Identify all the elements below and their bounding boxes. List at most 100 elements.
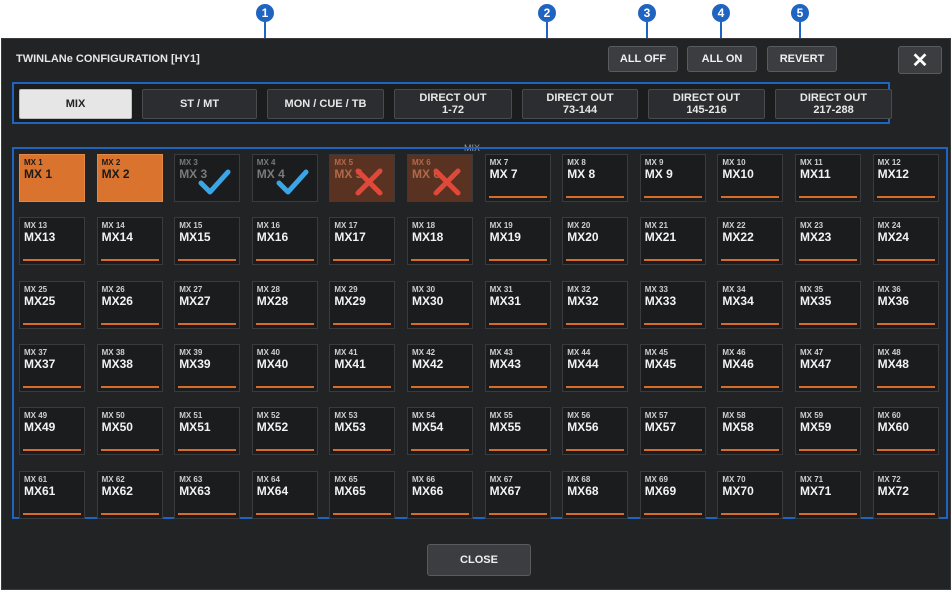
mix-channel-button[interactable]: MX 25 MX25 bbox=[19, 280, 85, 329]
mix-channel-button[interactable]: MX 44 MX44 bbox=[562, 343, 629, 392]
all-on-button[interactable]: ALL ON bbox=[687, 46, 757, 72]
mix-channel-button[interactable]: MX 16 MX16 bbox=[251, 217, 318, 266]
channel-indicator-bar bbox=[721, 196, 780, 198]
mix-channel-button[interactable]: MX 21 MX21 bbox=[639, 217, 706, 266]
mix-channel-button[interactable]: MX 39 MX39 bbox=[174, 343, 241, 392]
revert-button[interactable]: REVERT bbox=[767, 46, 837, 72]
mix-channel-button[interactable]: MX 13 MX13 bbox=[19, 217, 85, 266]
mix-channel-button[interactable]: MX 24 MX24 bbox=[872, 217, 939, 266]
mix-channel-button[interactable]: MX 45 MX45 bbox=[639, 343, 706, 392]
channel-indicator-bar bbox=[411, 449, 469, 452]
mix-channel-button[interactable]: MX 31 MX31 bbox=[484, 280, 551, 329]
tab-direct-out-217-288[interactable]: DIRECT OUT 217-288 bbox=[775, 89, 892, 119]
all-off-button[interactable]: ALL OFF bbox=[608, 46, 678, 72]
mix-channel-button[interactable]: MX 9 MX 9 bbox=[639, 154, 706, 202]
mix-channel-button[interactable]: MX 19 MX19 bbox=[484, 217, 551, 266]
mix-channel-button[interactable]: MX 3 MX 3 bbox=[174, 154, 241, 202]
channel-number: MX 23 bbox=[800, 221, 824, 231]
mix-channel-button[interactable]: MX 26 MX26 bbox=[96, 280, 163, 329]
mix-channel-button[interactable]: MX 47 MX47 bbox=[795, 343, 861, 392]
mix-channel-button[interactable]: MX 70 MX70 bbox=[717, 470, 784, 519]
tab-mix[interactable]: MIX bbox=[19, 89, 132, 119]
mix-channel-button[interactable]: MX 6 MX 6 bbox=[407, 154, 473, 202]
mix-channel-button[interactable]: MX 59 MX59 bbox=[795, 407, 861, 456]
mix-channel-button[interactable]: MX 14 MX14 bbox=[96, 217, 163, 266]
mix-channel-button[interactable]: MX 71 MX71 bbox=[795, 470, 861, 519]
mix-channel-button[interactable]: MX 4 MX 4 bbox=[251, 154, 318, 202]
mix-channel-button[interactable]: MX 69 MX69 bbox=[639, 470, 706, 519]
mix-channel-button[interactable]: MX 15 MX15 bbox=[174, 217, 241, 266]
tab-st-mt[interactable]: ST / MT bbox=[142, 89, 257, 119]
mix-channel-button[interactable]: MX 40 MX40 bbox=[251, 343, 318, 392]
mix-channel-button[interactable]: MX 2 MX 2 bbox=[96, 154, 163, 202]
mix-channel-button[interactable]: MX 62 MX62 bbox=[96, 470, 163, 519]
channel-name: MX34 bbox=[722, 293, 754, 308]
mix-channel-button[interactable]: MX 28 MX28 bbox=[251, 280, 318, 329]
mix-channel-button[interactable]: MX 55 MX55 bbox=[484, 407, 551, 456]
channel-name: MX67 bbox=[489, 483, 521, 498]
mix-channel-button[interactable]: MX 7 MX 7 bbox=[484, 154, 551, 202]
mix-channel-button[interactable]: MX 5 MX 5 bbox=[329, 154, 396, 202]
mix-channel-button[interactable]: MX 20 MX20 bbox=[562, 217, 629, 266]
mix-channel-button[interactable]: MX 68 MX68 bbox=[562, 470, 629, 519]
mix-channel-button[interactable]: MX 23 MX23 bbox=[795, 217, 861, 266]
mix-channel-button[interactable]: MX 53 MX53 bbox=[329, 407, 396, 456]
mix-channel-button[interactable]: MX 60 MX60 bbox=[872, 407, 939, 456]
channel-name: MX53 bbox=[334, 420, 366, 435]
mix-channel-button[interactable]: MX 66 MX66 bbox=[407, 470, 473, 519]
mix-channel-button[interactable]: MX 18 MX18 bbox=[407, 217, 473, 266]
mix-channel-button[interactable]: MX 67 MX67 bbox=[484, 470, 551, 519]
mix-channel-button[interactable]: MX 58 MX58 bbox=[717, 407, 784, 456]
channel-indicator-bar bbox=[876, 512, 935, 515]
tab-sublabel: 217-288 bbox=[813, 104, 854, 116]
close-button[interactable]: CLOSE bbox=[427, 544, 531, 576]
mix-channel-button[interactable]: MX 11 MX11 bbox=[795, 154, 861, 202]
mix-channel-button[interactable]: MX 33 MX33 bbox=[639, 280, 706, 329]
mix-channel-button[interactable]: MX 57 MX57 bbox=[639, 407, 706, 456]
mix-channel-button[interactable]: MX 1 MX 1 bbox=[19, 154, 85, 202]
mix-channel-button[interactable]: MX 32 MX32 bbox=[562, 280, 629, 329]
mix-channel-button[interactable]: MX 64 MX64 bbox=[251, 470, 318, 519]
tab-direct-out-145-216[interactable]: DIRECT OUT 145-216 bbox=[648, 89, 765, 119]
channel-indicator-bar bbox=[411, 322, 469, 325]
channel-name: MX 8 bbox=[567, 167, 596, 181]
mix-channel-button[interactable]: MX 12 MX12 bbox=[872, 154, 939, 202]
mix-channel-button[interactable]: MX 52 MX52 bbox=[251, 407, 318, 456]
mix-channel-button[interactable]: MX 35 MX35 bbox=[795, 280, 861, 329]
channel-number: MX 6 bbox=[412, 158, 431, 167]
mix-channel-button[interactable]: MX 22 MX22 bbox=[717, 217, 784, 266]
tab-direct-out-73-144[interactable]: DIRECT OUT 73-144 bbox=[522, 89, 638, 119]
mix-channel-button[interactable]: MX 37 MX37 bbox=[19, 343, 85, 392]
mix-channel-button[interactable]: MX 34 MX34 bbox=[717, 280, 784, 329]
tab-direct-out-1-72[interactable]: DIRECT OUT 1-72 bbox=[394, 89, 512, 119]
mix-channel-button[interactable]: MX 42 MX42 bbox=[407, 343, 473, 392]
mix-channel-button[interactable]: MX 50 MX50 bbox=[96, 407, 163, 456]
channel-number: MX 10 bbox=[722, 158, 746, 167]
mix-channel-button[interactable]: MX 36 MX36 bbox=[872, 280, 939, 329]
channel-indicator-bar bbox=[23, 449, 81, 452]
channel-name: MX52 bbox=[256, 420, 289, 435]
mix-channel-button[interactable]: MX 27 MX27 bbox=[174, 280, 241, 329]
mix-channel-button[interactable]: MX 29 MX29 bbox=[329, 280, 396, 329]
mix-channel-button[interactable]: MX 51 MX51 bbox=[174, 407, 241, 456]
close-window-button[interactable]: ✕ bbox=[898, 46, 942, 74]
mix-channel-button[interactable]: MX 8 MX 8 bbox=[562, 154, 629, 202]
mix-channel-button[interactable]: MX 38 MX38 bbox=[96, 343, 163, 392]
mix-channel-button[interactable]: MX 48 MX48 bbox=[872, 343, 939, 392]
mix-channel-button[interactable]: MX 43 MX43 bbox=[484, 343, 551, 392]
mix-channel-button[interactable]: MX 72 MX72 bbox=[872, 470, 939, 519]
tab-mon-cue-tb[interactable]: MON / CUE / TB bbox=[267, 89, 384, 119]
mix-channel-button[interactable]: MX 49 MX49 bbox=[19, 407, 85, 456]
mix-channel-button[interactable]: MX 61 MX61 bbox=[19, 470, 85, 519]
mix-channel-button[interactable]: MX 17 MX17 bbox=[329, 217, 396, 266]
mix-channel-button[interactable]: MX 65 MX65 bbox=[329, 470, 396, 519]
mix-channel-button[interactable]: MX 54 MX54 bbox=[407, 407, 473, 456]
mix-channel-button[interactable]: MX 56 MX56 bbox=[562, 407, 629, 456]
channel-indicator-bar bbox=[721, 322, 780, 325]
mix-channel-button[interactable]: MX 10 MX10 bbox=[717, 154, 784, 202]
channel-name: MX68 bbox=[567, 483, 599, 498]
mix-channel-button[interactable]: MX 63 MX63 bbox=[174, 470, 241, 519]
mix-channel-button[interactable]: MX 41 MX41 bbox=[329, 343, 396, 392]
mix-channel-button[interactable]: MX 30 MX30 bbox=[407, 280, 473, 329]
mix-channel-button[interactable]: MX 46 MX46 bbox=[717, 343, 784, 392]
